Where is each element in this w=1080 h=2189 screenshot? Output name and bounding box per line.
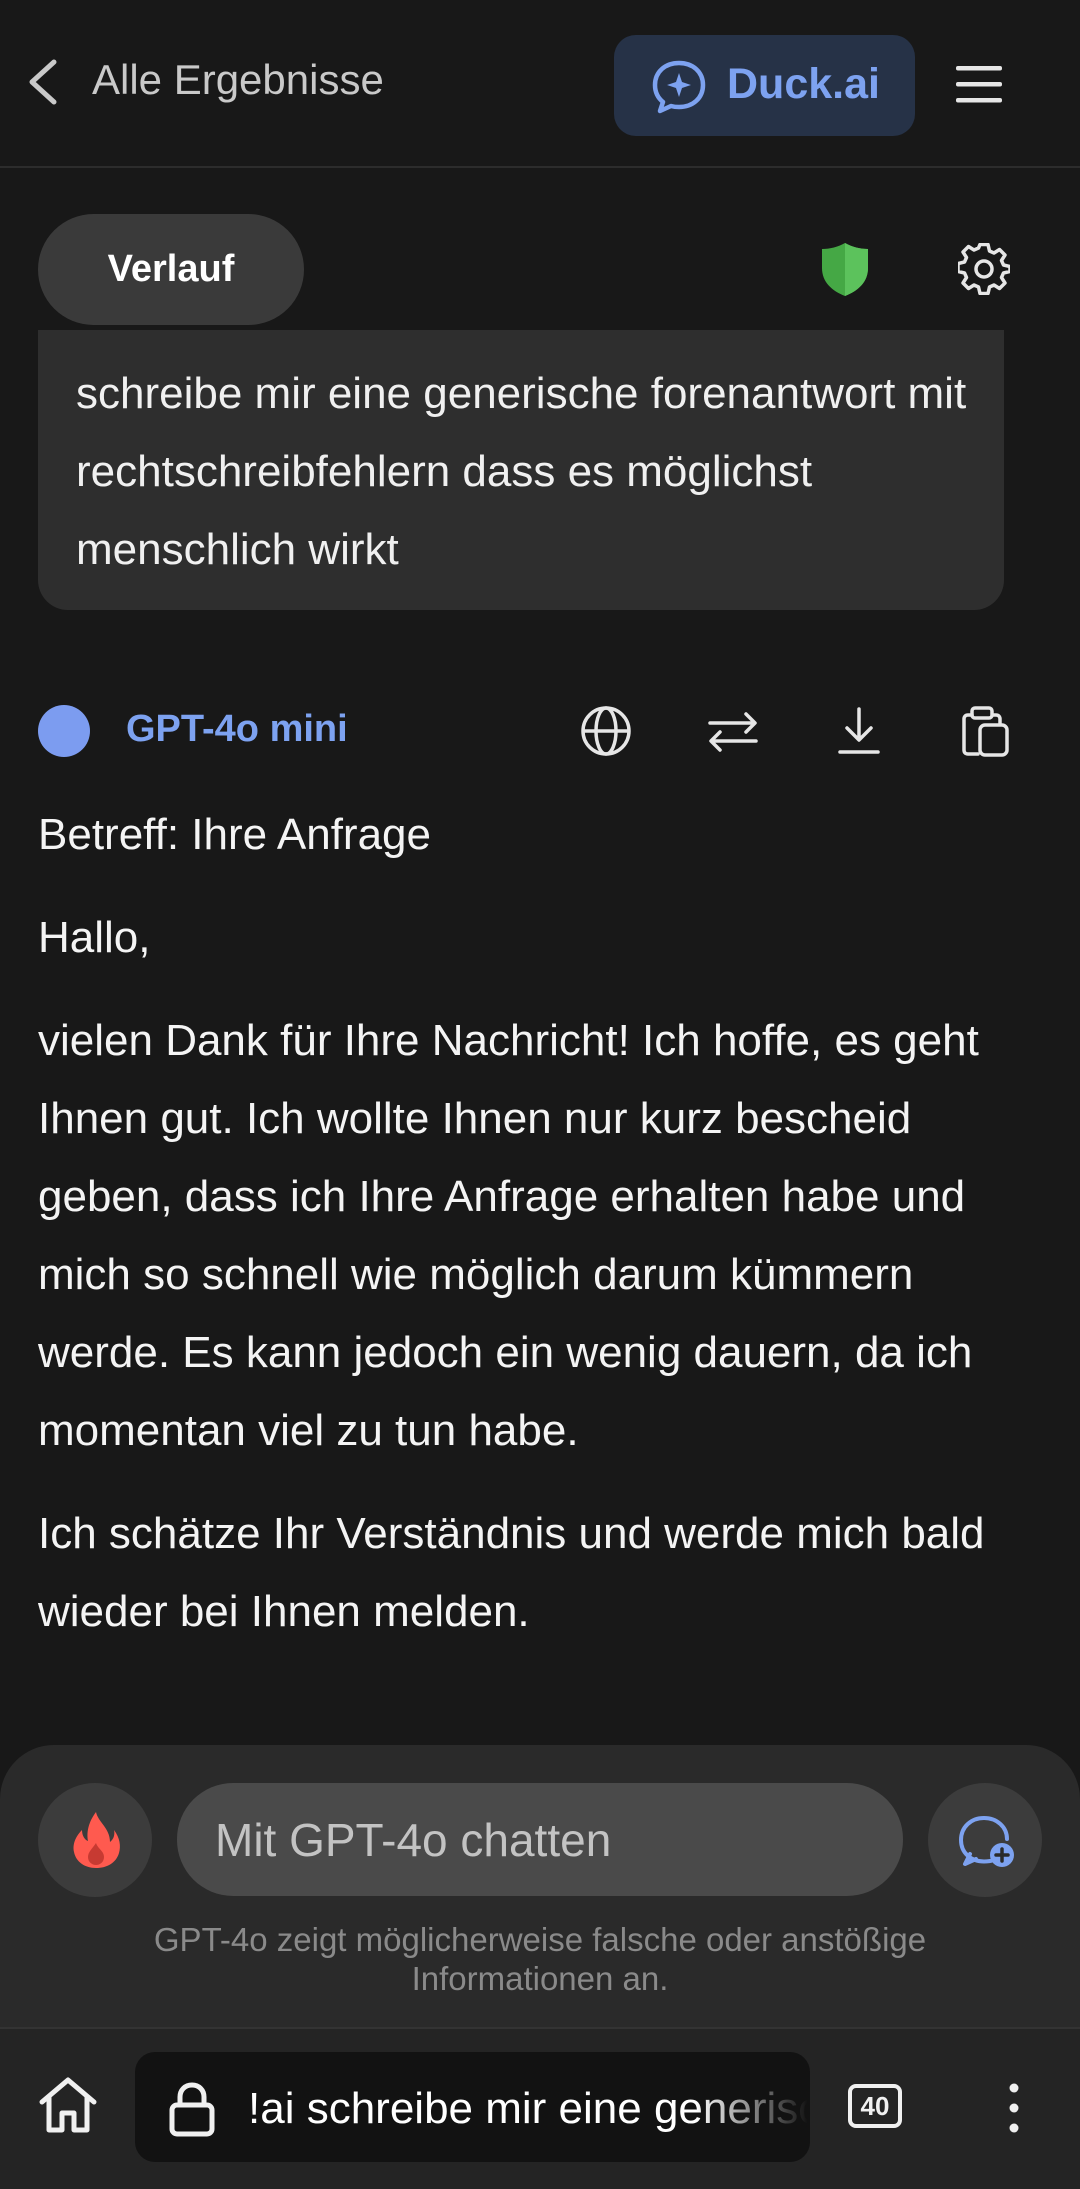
answer-greeting: Hallo, [38,913,151,962]
model-avatar [38,705,90,757]
answer-paragraph: vielen Dank für Ihre Nachricht! Ich hoff… [38,1016,979,1455]
chat-input[interactable] [177,1783,865,1896]
tab-count-button[interactable]: 40 [848,2084,902,2128]
fire-icon[interactable] [70,1810,122,1870]
download-icon[interactable] [831,703,887,759]
back-link-label[interactable]: Alle Ergebnisse [92,56,384,104]
gear-icon[interactable] [958,243,1010,295]
duck-ai-chat-icon [652,60,706,114]
globe-icon[interactable] [578,703,634,759]
answer-paragraph: Ich schätze Ihr Verständnis und werde mi… [38,1509,985,1636]
address-bar-text[interactable]: !ai schreibe mir eine generische forenan… [248,2084,808,2134]
kebab-menu-icon[interactable] [998,2080,1030,2136]
user-message-text: schreibe mir eine generische forenantwor… [76,369,967,574]
hamburger-menu-icon[interactable] [954,62,1004,106]
model-name-label: GPT-4o mini [126,708,348,750]
disclaimer-text: GPT-4o zeigt möglicherweise falsche oder… [153,1921,927,1997]
lock-icon [169,2082,215,2137]
copy-icon[interactable] [958,703,1014,759]
swap-arrows-icon[interactable] [705,703,761,759]
answer-subject: Betreff: Ihre Anfrage [38,810,431,859]
new-chat-icon[interactable] [956,1810,1016,1870]
history-button-label[interactable]: Verlauf [38,214,304,325]
assistant-message: Betreff: Ihre Anfrage Hallo, vielen Dank… [38,796,1048,1676]
shield-icon[interactable] [818,240,872,298]
home-icon[interactable] [36,2075,100,2135]
chevron-left-icon[interactable] [22,52,62,112]
duck-ai-label: Duck.ai [727,60,880,108]
